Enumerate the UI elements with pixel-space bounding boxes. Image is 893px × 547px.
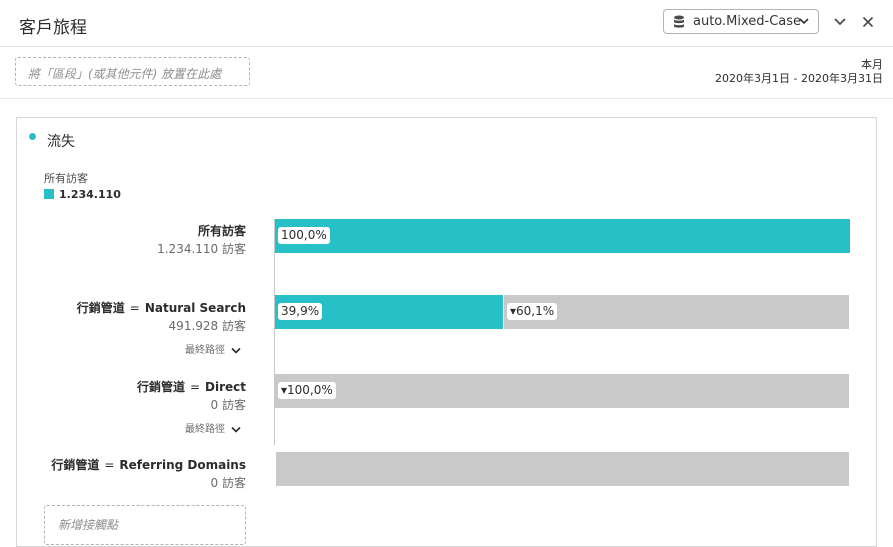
- fallout-bar-continued[interactable]: 39,9%: [275, 295, 503, 329]
- chevron-down-icon: [231, 426, 241, 433]
- final-path-label: 最終路徑: [185, 345, 225, 356]
- touchpoint-operator: =: [104, 458, 115, 472]
- date-range-picker[interactable]: 本月 2020年3月1日 - 2020年3月31日: [715, 58, 883, 86]
- fallout-bar-dropped[interactable]: ▾60,1%: [504, 295, 849, 329]
- legend-segment-value: 1.234.110: [59, 188, 121, 201]
- bar-percent-label: 39,9%: [278, 303, 323, 320]
- touchpoint-field: 行銷管道: [51, 458, 100, 472]
- touchpoint-count: 491.928 訪客: [168, 319, 246, 333]
- chevron-down-icon: [231, 347, 241, 354]
- legend-swatch: [44, 189, 54, 199]
- bar-percent-label: 100,0%: [278, 227, 330, 244]
- touchpoint-title: 所有訪客: [198, 222, 246, 239]
- final-path-label: 最終路徑: [185, 424, 225, 435]
- touchpoint-title: 行銷管道 = Referring Domains: [51, 456, 246, 473]
- touchpoint-field: 行銷管道: [76, 301, 125, 315]
- database-icon: [674, 15, 684, 28]
- chevron-down-icon: [799, 18, 809, 25]
- touchpoint-value: Referring Domains: [119, 458, 246, 472]
- touchpoint-count: 0 訪客: [210, 398, 246, 412]
- page-title: 客戶旅程: [19, 18, 87, 38]
- touchpoint-value: Natural Search: [144, 301, 246, 315]
- collapse-panel-icon[interactable]: [832, 14, 848, 30]
- panel-header: 客戶旅程 auto.Mixed-Case: [0, 0, 893, 47]
- close-icon[interactable]: [860, 14, 876, 30]
- date-range-text: 2020年3月1日 - 2020年3月31日: [715, 72, 883, 85]
- touchpoint-operator: =: [189, 380, 201, 394]
- fallout-bar-continued[interactable]: 100,0%: [275, 219, 850, 253]
- touchpoint-value: Direct: [205, 380, 246, 394]
- touchpoint-label: 所有訪客: [197, 224, 246, 238]
- segment-drop-zone[interactable]: 將「區段」(或其他元件) 放置在此處: [15, 57, 250, 86]
- touchpoint-count: 0 訪客: [210, 476, 246, 490]
- data-source-label: auto.Mixed-Case: [693, 14, 802, 29]
- fallout-bar-dropped[interactable]: [276, 452, 849, 486]
- legend-segment-label: 所有訪客: [44, 172, 88, 185]
- date-preset: 本月: [861, 58, 883, 71]
- touchpoint-count: 1.234.110 訪客: [157, 242, 246, 256]
- final-path-toggle[interactable]: 最終路徑: [185, 420, 241, 435]
- bar-percent-label: ▾60,1%: [507, 303, 558, 320]
- data-source-select[interactable]: auto.Mixed-Case: [663, 9, 819, 34]
- final-path-toggle[interactable]: 最終路徑: [185, 341, 241, 356]
- touchpoint-field: 行銷管道: [136, 380, 185, 394]
- add-touchpoint-drop-zone[interactable]: 新增接觸點: [44, 505, 246, 545]
- fallout-bar-dropped[interactable]: ▾100,0%: [275, 374, 849, 408]
- touchpoint-title: 行銷管道 = Direct: [137, 378, 246, 395]
- visualization-title[interactable]: 流失: [47, 131, 75, 151]
- visualization-status-dot: [29, 133, 36, 140]
- divider: [0, 98, 893, 99]
- touchpoint-title: 行銷管道 = Natural Search: [77, 299, 246, 316]
- bar-percent-label: ▾100,0%: [278, 382, 336, 399]
- touchpoint-operator: =: [129, 301, 140, 315]
